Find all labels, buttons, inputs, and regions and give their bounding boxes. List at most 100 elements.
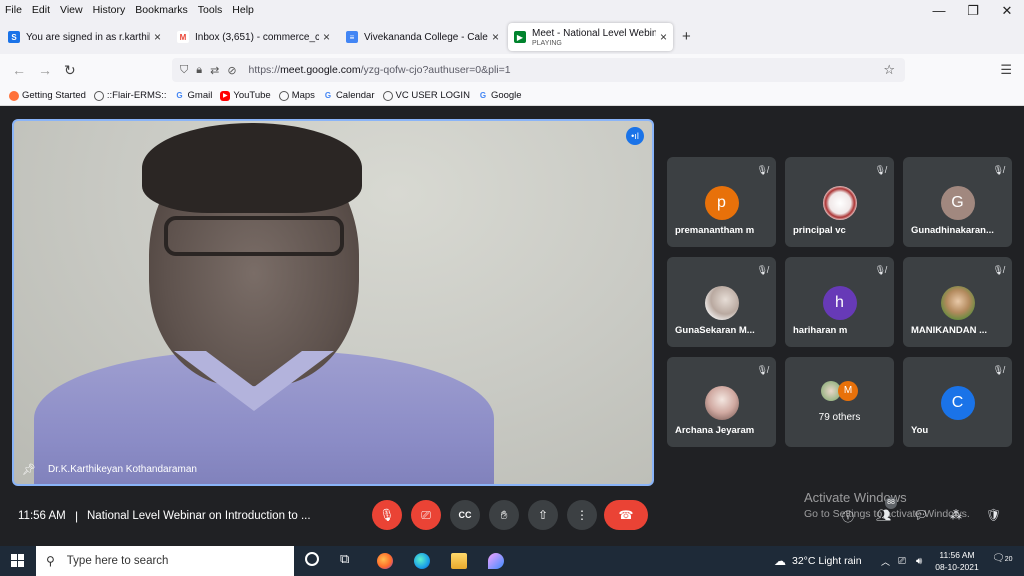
participant-name: You [911, 425, 929, 436]
participant-tile[interactable]: 🎙︎̸ principal vc [785, 157, 894, 247]
tab-calendar[interactable]: ≡ Vivekananda College - Calendar × [340, 24, 505, 50]
separator: | [75, 509, 79, 523]
present-button[interactable]: ⇧ [528, 500, 558, 530]
menu-edit[interactable]: Edit [27, 4, 55, 16]
avatar: M [838, 381, 858, 401]
weather-widget[interactable]: ☁︎ 32°C Light rain [774, 546, 862, 576]
cortana-icon[interactable] [305, 552, 319, 566]
reload-icon[interactable]: ↻ [64, 62, 76, 79]
participant-tile-self[interactable]: 🎙︎̸ C You [903, 357, 1012, 447]
activities-icon[interactable]: ⁂ [950, 508, 962, 522]
participant-tile[interactable]: 🎙︎̸ GunaSekaran M... [667, 257, 776, 347]
tab-title: Meet - National Level Webinar on [532, 27, 656, 39]
restore-button[interactable]: ❐ [956, 0, 990, 22]
bookmark-gmail[interactable]: G Gmail [175, 90, 212, 101]
close-tab-icon[interactable]: × [492, 30, 499, 44]
windows-start-icon[interactable] [11, 554, 24, 567]
windows-taskbar: ⚲ Type here to search ⧉ ☁︎ 32°C Light ra… [0, 546, 1024, 576]
info-icon[interactable]: ⓘ [842, 508, 854, 525]
captions-button[interactable]: CC [450, 500, 480, 530]
back-icon[interactable]: ← [12, 62, 26, 78]
main-speaker-video[interactable]: •ıl 📌︎ Dr.K.Karthikeyan Kothandaraman [12, 119, 654, 486]
tab-title: Inbox (3,651) - commerce_ca@ [195, 31, 319, 43]
menu-tools[interactable]: Tools [193, 4, 228, 16]
file-explorer-icon[interactable] [451, 553, 467, 569]
task-view-icon[interactable]: ⧉ [340, 551, 349, 567]
tab-meet-active[interactable]: ▶ Meet - National Level Webinar on PLAYI… [508, 23, 674, 51]
bookmark-getting-started[interactable]: Getting Started [9, 90, 86, 101]
bookmark-calendar[interactable]: G Calendar [323, 90, 375, 101]
host-controls-icon[interactable]: 🛡︎ [986, 508, 1001, 522]
participant-name: MANIKANDAN ... [911, 325, 987, 336]
bookmark-google[interactable]: G Google [478, 90, 522, 101]
forward-icon[interactable]: → [38, 62, 52, 78]
show-hidden-icons-icon[interactable]: ︿ [881, 546, 890, 576]
menu-view[interactable]: View [55, 4, 88, 16]
url-text[interactable]: https://meet.google.com/yzg-qofw-cjo?aut… [249, 64, 511, 76]
menu-bookmarks[interactable]: Bookmarks [130, 4, 193, 16]
menu-help[interactable]: Help [227, 4, 259, 16]
bookmark-youtube[interactable]: ▶ YouTube [220, 90, 271, 101]
bookmark-star-icon[interactable]: ☆ [883, 62, 895, 78]
bookmark-vc-user-login[interactable]: VC USER LOGIN [382, 90, 470, 101]
mic-off-button[interactable]: 🎙︎ [372, 500, 402, 530]
more-options-button[interactable]: ⋮ [567, 500, 597, 530]
tab-playing-label: PLAYING [532, 39, 562, 47]
leave-call-button[interactable]: ☎︎ [604, 500, 648, 530]
meet-icon: ▶ [514, 31, 526, 43]
globe-icon [278, 90, 289, 101]
mic-off-icon: 🎙︎̸ [992, 265, 1004, 275]
tab-title: You are signed in as r.karthikeyan [26, 31, 150, 43]
edge-taskbar-icon[interactable] [414, 553, 430, 569]
app-taskbar-icon[interactable] [488, 553, 504, 569]
raise-hand-button[interactable]: ✋︎ [489, 500, 519, 530]
bookmarks-bar: Getting Started ::Flair-ERMS:: G Gmail ▶ Y… [0, 86, 1024, 106]
mic-off-icon: 🎙︎̸ [874, 165, 886, 175]
docs-icon: ≡ [346, 31, 358, 43]
firefox-taskbar-icon[interactable] [377, 553, 393, 569]
close-window-button[interactable]: ✕ [990, 0, 1024, 22]
lock-icon[interactable]: 🔒︎ [196, 64, 202, 77]
others-tile[interactable]: M 79 others [785, 357, 894, 447]
avatar [940, 286, 975, 320]
menu-bar: File Edit View History Bookmarks Tools H… [0, 0, 1024, 20]
others-count: 79 others [818, 412, 861, 423]
mic-off-icon: 🎙︎̸ [992, 365, 1004, 375]
taskbar-clock[interactable]: 11:56 AM 08-10-2021 [934, 549, 980, 573]
close-tab-icon[interactable]: × [323, 30, 330, 44]
tab-inbox[interactable]: M Inbox (3,651) - commerce_ca@ × [171, 24, 336, 50]
participant-tile[interactable]: 🎙︎̸ G Gunadhinakaran... [903, 157, 1012, 247]
chat-icon[interactable]: 💬︎ [913, 508, 928, 522]
pin-icon[interactable]: 📌︎ [22, 463, 36, 476]
menu-history[interactable]: History [88, 4, 131, 16]
participant-tile[interactable]: 🎙︎̸ Archana Jeyaram [667, 357, 776, 447]
bookmark-flair-erms[interactable]: ::Flair-ERMS:: [93, 90, 167, 101]
participant-name: Archana Jeyaram [675, 425, 755, 436]
participant-name: GunaSekaran M... [675, 325, 755, 336]
avatar: h [822, 286, 857, 320]
app-menu-icon[interactable]: ☰ [1000, 62, 1012, 78]
meeting-time: 11:56 AM [18, 510, 66, 522]
participant-name: principal vc [793, 225, 846, 236]
participant-tile[interactable]: 🎙︎̸ MANIKANDAN ... [903, 257, 1012, 347]
participant-tile[interactable]: 🎙︎̸ h hariharan m [785, 257, 894, 347]
camera-blocked-icon[interactable]: ⊘ [227, 64, 236, 77]
url-bar[interactable]: ⛉ 🔒︎ ⇄ ⊘ https://meet.google.com/yzg-qof… [172, 58, 905, 82]
minimize-button[interactable]: — [922, 0, 956, 22]
permissions-icon[interactable]: ⇄ [210, 64, 219, 77]
new-tab-button[interactable]: + [682, 28, 691, 45]
close-tab-icon[interactable]: × [154, 30, 161, 44]
shield-icon[interactable]: ⛉ [180, 64, 188, 77]
volume-icon[interactable]: 🔊︎ [916, 546, 922, 576]
taskbar-search[interactable]: ⚲ Type here to search [36, 546, 294, 576]
people-icon[interactable]: 👥︎ [876, 508, 891, 522]
tab-signed-in[interactable]: S You are signed in as r.karthikeyan × [2, 24, 167, 50]
network-icon[interactable]: ⎚ [898, 546, 906, 576]
participant-tile[interactable]: 🎙︎̸ p premanantham m [667, 157, 776, 247]
camera-off-button[interactable]: ⎚ [411, 500, 441, 530]
notifications-icon[interactable]: 🗨︎20 [992, 553, 1013, 564]
cloud-rain-icon: ☁︎ [774, 554, 786, 568]
bookmark-maps[interactable]: Maps [278, 90, 315, 101]
close-tab-icon[interactable]: × [660, 30, 667, 44]
menu-file[interactable]: File [0, 4, 27, 16]
